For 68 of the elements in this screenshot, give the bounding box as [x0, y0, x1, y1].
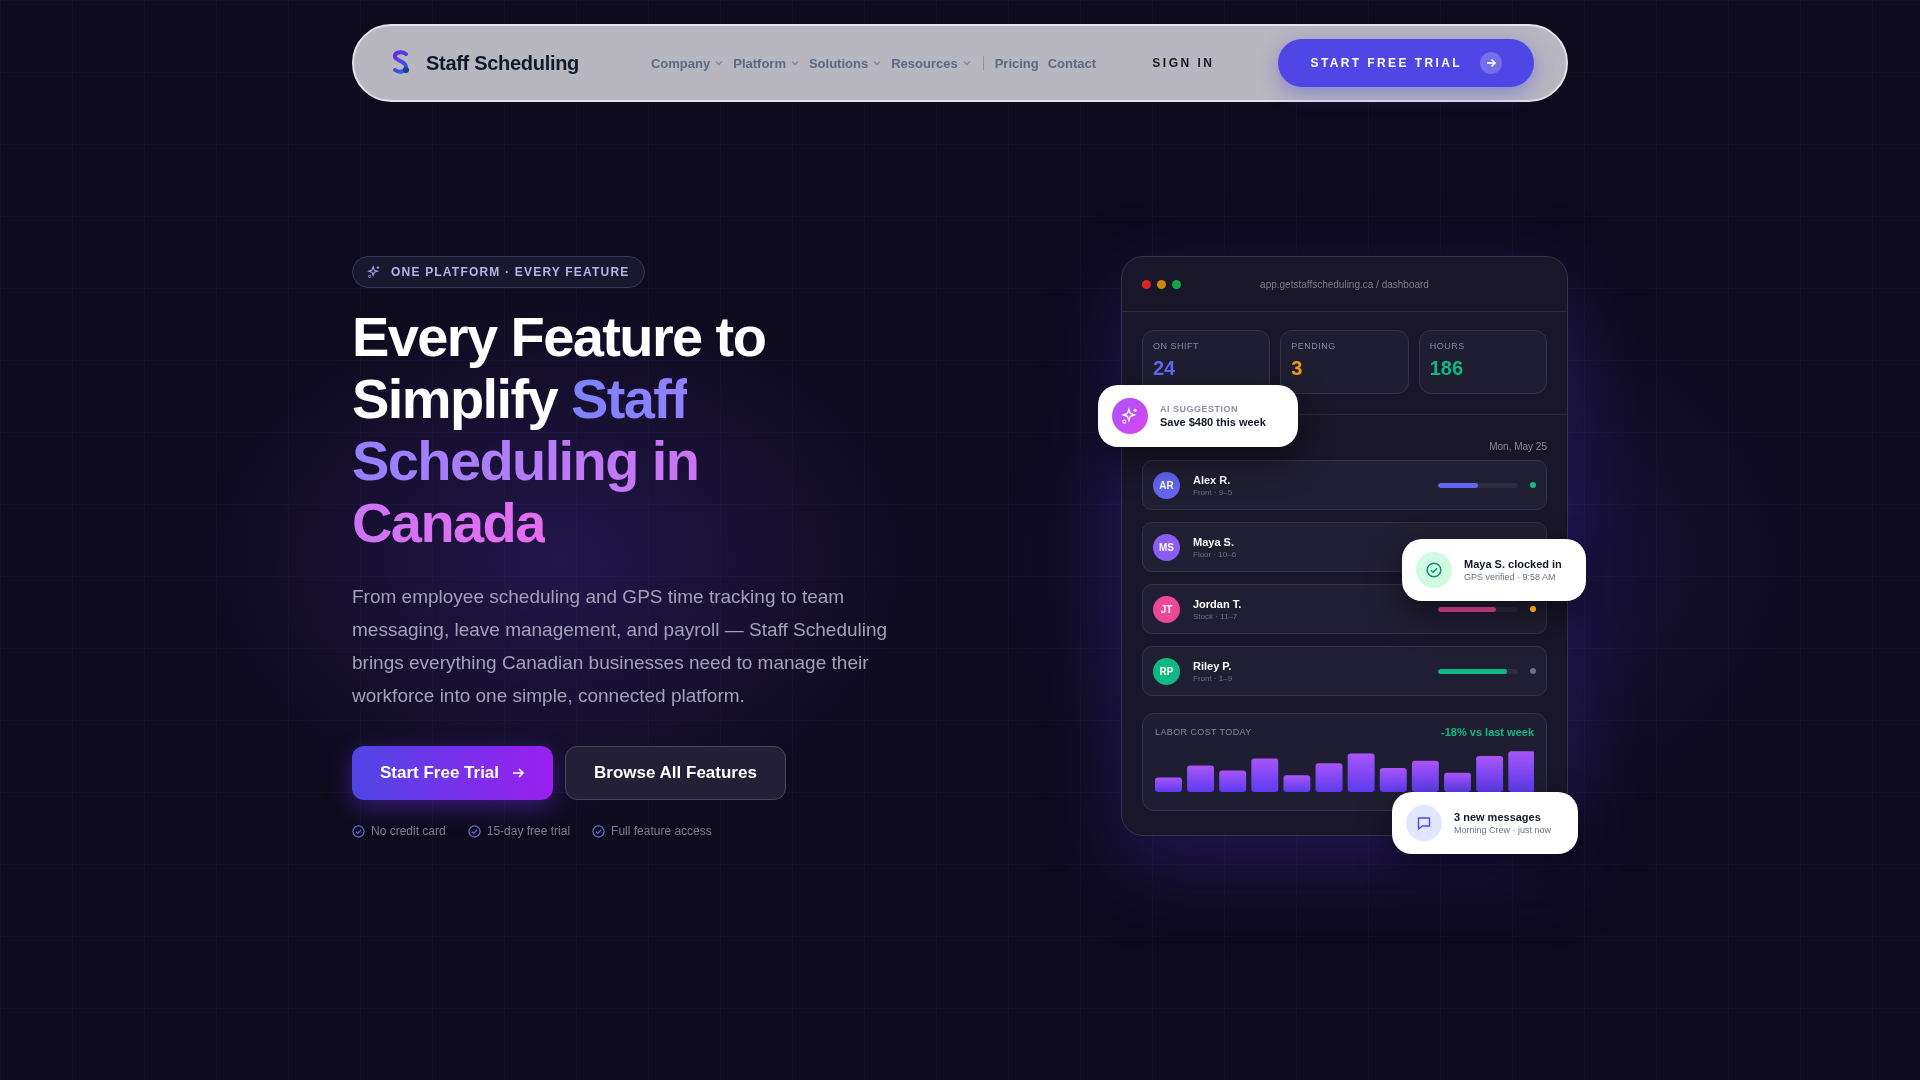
schedule-row[interactable]: AR Alex R. Front · 9–5	[1142, 460, 1547, 510]
check-label: No credit card	[371, 824, 446, 838]
chart-bar	[1476, 756, 1504, 792]
chat-bubble-icon	[1416, 815, 1432, 831]
check-circle-icon	[592, 824, 606, 838]
stat-label: ON SHIFT	[1153, 341, 1200, 351]
employee-name: Maya S.	[1193, 535, 1235, 548]
chart-bar	[1251, 758, 1279, 792]
arrow-right-icon	[1480, 52, 1502, 74]
check-label: 15-day free trial	[486, 824, 571, 838]
schedule-row[interactable]: RP Riley P. Front · 1–9	[1142, 646, 1547, 696]
avatar: RP	[1153, 657, 1180, 685]
browse-features-button[interactable]: Browse All Features	[565, 746, 786, 800]
chart-bar	[1411, 760, 1439, 792]
start-trial-button[interactable]: START FREE TRIAL	[1278, 39, 1534, 87]
check-circle-icon	[1426, 562, 1442, 578]
shift-detail: Front · 9–5	[1193, 487, 1234, 497]
check-label: Full feature access	[611, 824, 712, 838]
chart-bar	[1219, 770, 1247, 792]
start-trial-button[interactable]: Start Free Trial	[352, 746, 554, 800]
stat-label: HOURS	[1429, 341, 1466, 351]
feature-badge: ONE PLATFORM · EVERY FEATURE	[352, 256, 645, 288]
labor-cost-label: LABOR COST TODAY	[1155, 727, 1252, 737]
shift-detail: Stock · 11–7	[1193, 611, 1239, 621]
toast-title: 3 new messages	[1454, 811, 1542, 823]
chevron-down-icon	[872, 58, 883, 68]
employee-name: Alex R.	[1193, 473, 1232, 486]
check-circle-icon	[352, 824, 365, 838]
stat-value: 186	[1429, 357, 1465, 380]
chevron-down-icon	[961, 58, 972, 68]
chart-bar	[1508, 751, 1534, 792]
chart-bar	[1444, 772, 1471, 792]
date-text: Mon, May 25	[1489, 441, 1547, 452]
toast-text: Morning Crew · just now	[1454, 825, 1552, 835]
logo-icon	[390, 50, 412, 76]
shift-detail: Front · 1–9	[1193, 673, 1234, 683]
window-dot	[1157, 279, 1166, 289]
chart-bar	[1315, 763, 1343, 792]
chevron-down-icon	[789, 58, 800, 68]
avatar: JT	[1153, 595, 1180, 623]
chart-bar	[1283, 775, 1311, 792]
url-text: app.getstaffscheduling.ca / dashboard	[1259, 278, 1430, 290]
chevron-down-icon	[714, 58, 725, 68]
toast-text: GPS verified · 9:58 AM	[1464, 572, 1557, 582]
avatar: AR	[1153, 471, 1180, 499]
sign-in-link[interactable]: SIGN IN	[1152, 56, 1215, 70]
stat-value: 3	[1291, 357, 1304, 380]
chart-bar	[1347, 753, 1375, 792]
window-dot	[1172, 279, 1181, 289]
chart-bar	[1155, 777, 1182, 792]
chart-bar	[1187, 765, 1215, 792]
labor-change-text: -18% vs last week	[1441, 726, 1534, 738]
arrow-right-icon	[511, 766, 526, 780]
chart-bar	[1379, 768, 1407, 792]
stat-value: 24	[1153, 357, 1177, 380]
check-circle-icon	[467, 824, 481, 838]
description: From employee scheduling and GPS time tracking to team messaging, leave management, and payroll — Staff Scheduling brings everything Canadian businesses need to manage their workforce into one simple, connected platform.	[352, 585, 889, 708]
window-dot	[1142, 279, 1151, 289]
toast-text: Save $480 this week	[1160, 416, 1266, 428]
stat-label: PENDING	[1291, 341, 1337, 351]
sparkle-icon	[367, 265, 381, 279]
shift-detail: Floor · 10–6	[1193, 549, 1238, 559]
avatar: MS	[1153, 533, 1180, 561]
sparkle-icon	[1121, 407, 1139, 425]
employee-name: Riley P.	[1193, 659, 1233, 672]
toast-title: AI SUGGESTION	[1160, 404, 1239, 414]
employee-name: Jordan T.	[1193, 597, 1243, 610]
brand-name[interactable]: Staff Scheduling	[426, 51, 579, 75]
